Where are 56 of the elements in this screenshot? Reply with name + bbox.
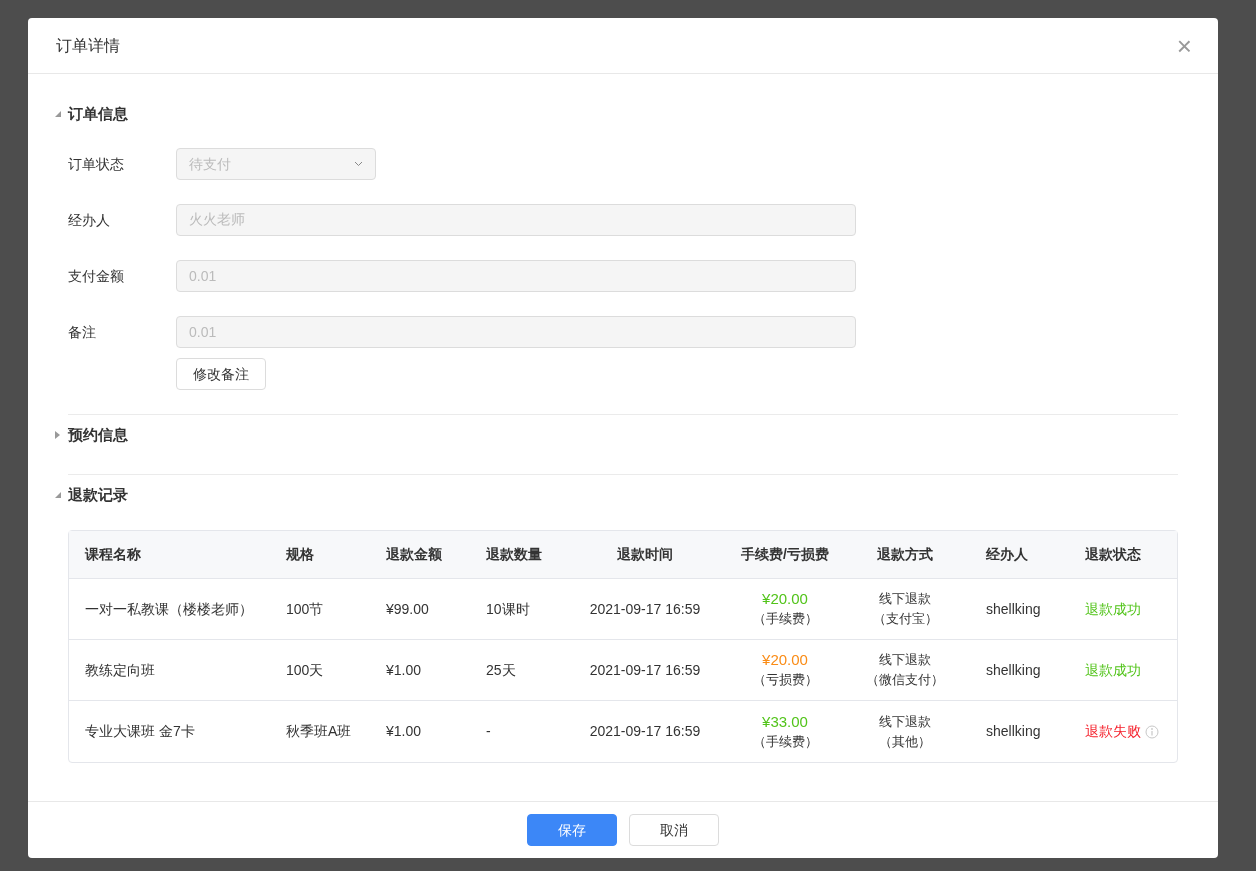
table-cell: shellking xyxy=(986,661,1041,678)
field-label: 经办人 xyxy=(68,210,111,230)
column-header: 规格 xyxy=(285,545,315,564)
table-cell: shellking xyxy=(986,600,1041,617)
refund-channel: （微信支付） xyxy=(866,671,944,689)
column-header: 课程名称 xyxy=(83,545,142,564)
chevron-down-icon xyxy=(354,161,363,167)
fee-type: （手续费） xyxy=(752,732,818,751)
edit-remark-button[interactable]: 修改备注 xyxy=(176,358,266,390)
section-title[interactable]: 预约信息 xyxy=(68,423,128,447)
table-cell: - xyxy=(486,723,491,739)
table-cell: 25天 xyxy=(486,661,516,678)
table-cell: 2021-09-17 16:59 xyxy=(589,600,701,617)
table-cell: 2021-09-17 16:59 xyxy=(589,723,701,739)
table-cell: ¥1.00 xyxy=(386,723,422,739)
column-header: 手续费/亏损费 xyxy=(740,545,830,564)
fee-amount: ¥33.00 xyxy=(762,711,808,732)
table-cell: ¥1.00 xyxy=(386,661,422,678)
cancel-button[interactable]: 取消 xyxy=(629,814,719,846)
section-title[interactable]: 订单信息 xyxy=(68,102,128,126)
table-cell: ¥99.00 xyxy=(386,600,429,617)
field-label: 订单状态 xyxy=(68,154,125,174)
fee-type: （亏损费） xyxy=(752,671,818,689)
refund-method: 线下退款 xyxy=(879,651,931,669)
fee-type: （手续费） xyxy=(752,610,818,628)
table-cell: 2021-09-17 16:59 xyxy=(589,661,701,678)
refund-method: 线下退款 xyxy=(879,712,931,731)
table-cell: 教练定向班 xyxy=(85,661,155,678)
table-cell: 专业大课班 金7卡 xyxy=(85,723,195,739)
table-cell: 100天 xyxy=(286,661,324,678)
info-icon[interactable] xyxy=(1145,724,1159,739)
column-header: 退款状态 xyxy=(1084,545,1142,564)
save-button[interactable]: 保存 xyxy=(527,814,617,846)
column-header: 经办人 xyxy=(985,545,1029,564)
refund-status: 退款成功 xyxy=(1085,599,1141,619)
table-cell: shellking xyxy=(986,723,1041,739)
field-label: 备注 xyxy=(68,322,97,342)
table-cell: 秋季班A班 xyxy=(286,723,352,739)
column-header: 退款方式 xyxy=(876,545,934,564)
table-cell: 一对一私教课（楼楼老师） xyxy=(85,600,253,617)
refund-status: 退款失败 xyxy=(1085,722,1141,741)
fee-amount: ¥20.00 xyxy=(762,589,808,609)
refund-method: 线下退款 xyxy=(879,590,931,608)
section-title[interactable]: 退款记录 xyxy=(68,483,128,507)
column-header: 退款金额 xyxy=(385,545,443,564)
column-header: 退款时间 xyxy=(616,545,674,564)
refund-channel: （支付宝） xyxy=(872,610,938,628)
field-label: 支付金额 xyxy=(68,266,125,286)
close-button[interactable]: × xyxy=(1176,32,1192,59)
refund-status: 退款成功 xyxy=(1085,660,1141,680)
fee-amount: ¥20.00 xyxy=(762,650,808,670)
column-header: 退款数量 xyxy=(485,545,543,564)
table-cell: 10课时 xyxy=(486,600,530,617)
refund-channel: （其他） xyxy=(879,732,931,751)
table-cell: 100节 xyxy=(286,600,324,617)
dialog-title: 订单详情 xyxy=(56,35,120,56)
